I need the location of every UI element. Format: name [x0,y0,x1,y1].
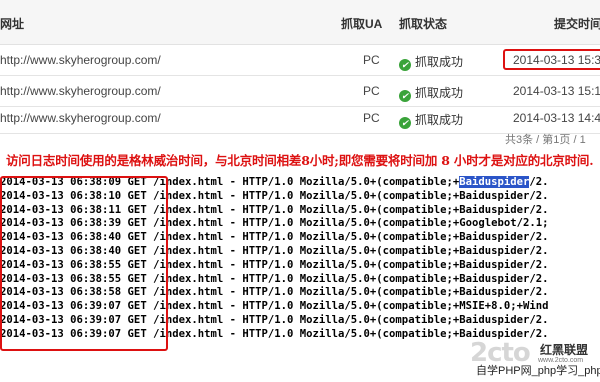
row-ua: PC [363,84,380,98]
row-time: 2014-03-13 14:49 [513,111,600,125]
timezone-annotation: 访问日志时间使用的是格林威治时间，与北京时间相差8小时;即您需要将时间加 8 小… [6,153,594,168]
table-header: 网址 抓取UA 抓取状态 提交时间 [0,0,600,45]
row-status: ✔ 抓取成功 [399,53,463,71]
check-circle-icon: ✔ [399,90,411,102]
row-ua: PC [363,53,380,67]
table-row: http://www.skyherogroup.com/ PC ✔ 抓取成功 20… [0,103,600,134]
row-url-link[interactable]: http://www.skyherogroup.com/ [0,53,161,67]
header-status: 抓取状态 [399,17,448,31]
row-url-link[interactable]: http://www.skyherogroup.com/ [0,84,161,98]
row-ua: PC [363,111,380,125]
header-url: 网址 [0,17,25,31]
header-time: 提交时间 [554,17,600,31]
check-circle-icon: ✔ [399,59,411,71]
watermark-logo: 2cto 红黑联盟 www.2cto.com [468,338,600,382]
header-ua: 抓取UA [341,17,383,31]
timestamp-highlight-box [0,176,168,351]
row-time: 2014-03-13 15:11 [513,84,600,98]
crawl-table: 网址 抓取UA 抓取状态 提交时间 http://www.skyherogrou… [0,0,600,146]
logo-text: 2cto [470,338,531,368]
selected-text: Baiduspider [459,176,530,188]
logo-cn: 红黑联盟 [540,343,589,357]
time-highlight-box [503,49,600,70]
pagination[interactable]: 共3条 / 第1页 / 1 [505,131,586,147]
check-circle-icon: ✔ [399,117,411,129]
logo-en: www.2cto.com [538,357,584,364]
row-status: ✔ 抓取成功 [399,84,463,102]
row-url-link[interactable]: http://www.skyherogroup.com/ [0,111,161,125]
row-status: ✔ 抓取成功 [399,111,463,129]
